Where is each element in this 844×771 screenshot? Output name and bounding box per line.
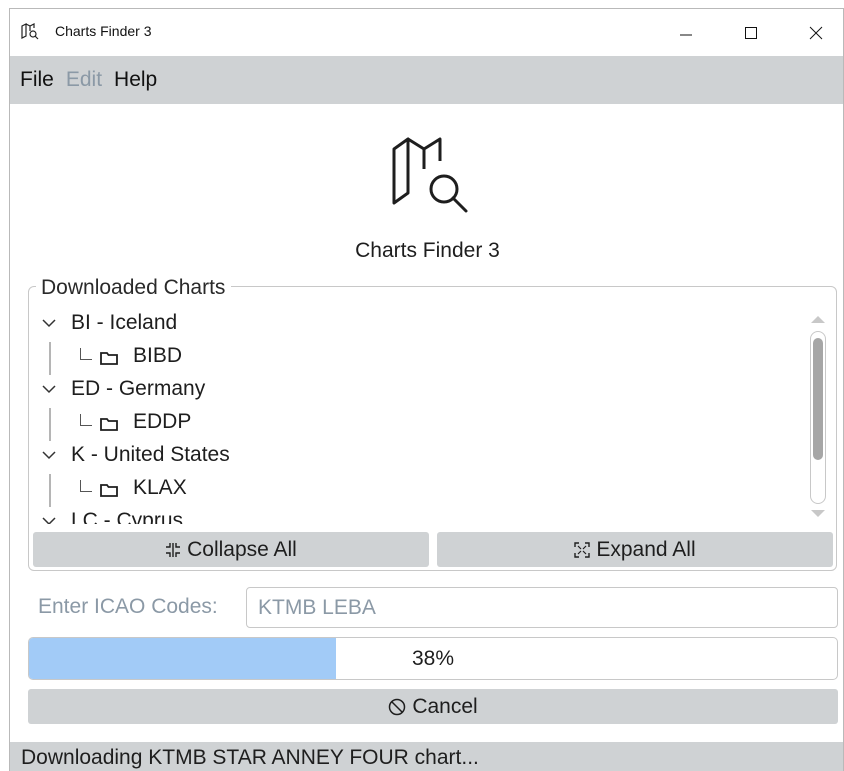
cancel-icon	[389, 698, 406, 715]
collapse-all-label: Collapse All	[187, 537, 297, 561]
minimize-icon	[680, 34, 692, 35]
tree-node-airport[interactable]: KLAX	[30, 474, 802, 507]
menu-file[interactable]: File	[14, 68, 60, 92]
menu-edit[interactable]: Edit	[60, 68, 108, 92]
tree-leaf-label: BIBD	[133, 344, 183, 367]
tree-guide-line	[49, 408, 51, 441]
title-bar[interactable]: Charts Finder 3	[10, 9, 843, 56]
tree-node-country[interactable]: K - United States	[30, 441, 802, 474]
scroll-thumb[interactable]	[813, 338, 823, 460]
cancel-button[interactable]: Cancel	[28, 689, 838, 724]
tree-scrollbar[interactable]	[807, 314, 829, 520]
tree-guide-line	[49, 474, 51, 507]
folder-icon	[100, 352, 118, 365]
tree-node-country[interactable]: LC - Cyprus	[30, 507, 802, 524]
tree-branch-line	[80, 414, 92, 426]
folder-icon	[100, 418, 118, 431]
maximize-button[interactable]	[723, 9, 779, 56]
tree-branch-line	[80, 348, 92, 360]
tree-node-label: BI - Iceland	[71, 311, 178, 334]
tree-node-label: ED - Germany	[71, 377, 206, 400]
cancel-label: Cancel	[412, 694, 478, 718]
icao-label: Enter ICAO Codes:	[38, 595, 218, 618]
chevron-down-icon[interactable]	[42, 384, 56, 394]
progress-text: 38%	[411, 646, 455, 670]
tree-node-country[interactable]: BI - Iceland	[30, 309, 802, 342]
folder-icon	[100, 484, 118, 497]
scroll-up-icon[interactable]	[811, 316, 825, 323]
status-bar: Downloading KTMB STAR ANNEY FOUR chart..…	[10, 742, 843, 771]
chevron-down-icon[interactable]	[42, 516, 56, 524]
icao-input[interactable]	[246, 587, 838, 628]
group-title: Downloaded Charts	[36, 276, 232, 300]
close-button[interactable]	[788, 9, 844, 56]
tree-node-airport[interactable]: BIBD	[30, 342, 802, 375]
minimize-button[interactable]	[658, 9, 714, 56]
map-search-icon	[392, 137, 468, 213]
chevron-down-icon[interactable]	[42, 450, 56, 460]
app-title: Charts Finder 3	[355, 239, 500, 262]
tree-leaf-label: EDDP	[133, 410, 192, 433]
expand-icon	[574, 541, 591, 558]
menu-help[interactable]: Help	[108, 68, 163, 92]
tree-node-label: K - United States	[71, 443, 230, 466]
tree-leaf-label: KLAX	[133, 476, 187, 499]
download-progress: 38%	[28, 637, 838, 680]
maximize-icon	[745, 26, 757, 39]
tree-node-country[interactable]: ED - Germany	[30, 375, 802, 408]
close-icon	[809, 26, 823, 39]
expand-all-button[interactable]: Expand All	[437, 532, 833, 567]
expand-all-label: Expand All	[596, 537, 696, 561]
charts-tree[interactable]: BI - Iceland BIBD ED - Germany EDDP K - …	[30, 309, 802, 524]
tree-guide-line	[49, 342, 51, 375]
menu-bar: File Edit Help	[10, 56, 843, 104]
tree-branch-line	[80, 480, 92, 492]
collapse-icon	[166, 542, 181, 557]
scroll-down-icon[interactable]	[811, 510, 825, 517]
main-window: Charts Finder 3 File Edit Help Charts Fi…	[9, 8, 844, 771]
tree-node-label: LC - Cyprus	[71, 509, 184, 524]
tree-node-airport[interactable]: EDDP	[30, 408, 802, 441]
map-search-icon	[21, 23, 39, 40]
window-title: Charts Finder 3	[55, 23, 152, 39]
chevron-down-icon[interactable]	[42, 318, 56, 328]
collapse-all-button[interactable]: Collapse All	[33, 532, 429, 567]
